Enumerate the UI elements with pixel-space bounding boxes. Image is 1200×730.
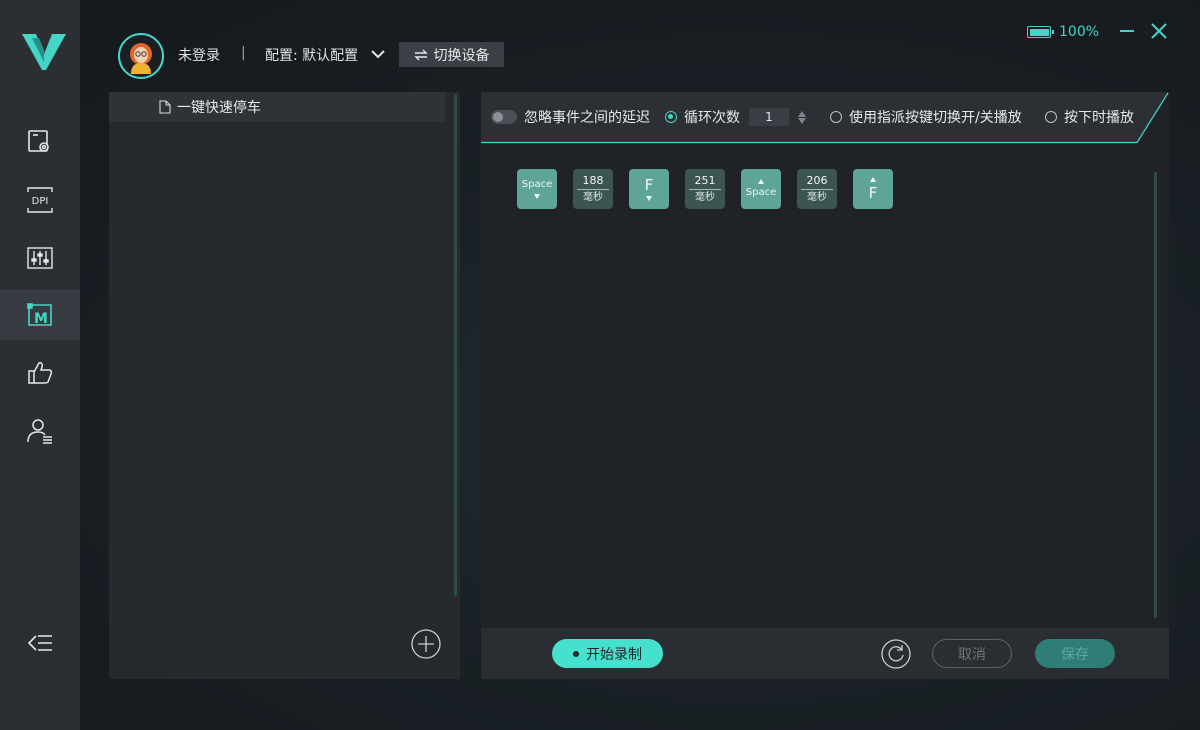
event-timeline [481, 142, 1169, 628]
chevron-down-icon[interactable] [370, 48, 386, 60]
start-recording-button[interactable]: 开始录制 [552, 639, 663, 668]
event-key-space-down[interactable]: Space [517, 169, 557, 209]
event-delay-value: 188 [582, 174, 604, 187]
event-delay-divider [801, 189, 833, 190]
macro-list-item[interactable]: 一键快速停车 [109, 92, 445, 122]
user-avatar-icon [130, 43, 152, 74]
loop-count-stepper[interactable] [798, 110, 806, 124]
toggle-by-key-radio[interactable] [830, 111, 842, 123]
add-macro-button[interactable] [411, 629, 441, 659]
key-down-icon [646, 196, 652, 201]
event-delay-unit: 毫秒 [695, 192, 715, 203]
editor-bottom-bar: 开始录制 取消 保存 [481, 628, 1169, 679]
event-delay[interactable]: 251 毫秒 [685, 169, 725, 209]
sidebar: DPI M [0, 0, 80, 730]
toggle-by-key-label: 使用指派按键切换开/关播放 [849, 110, 1022, 126]
app-logo [22, 34, 66, 70]
play-while-pressed-option[interactable]: 按下时播放 [1045, 107, 1134, 127]
event-delay-unit: 毫秒 [583, 192, 603, 203]
macro-list-scrollbar[interactable] [454, 94, 457, 596]
macro-name: 一键快速停车 [177, 100, 261, 116]
key-up-icon [870, 177, 876, 182]
sidebar-item-user[interactable] [0, 406, 80, 456]
ignore-delay-label: 忽略事件之间的延迟 [524, 110, 650, 126]
minimize-icon[interactable] [1118, 22, 1136, 40]
play-while-pressed-radio[interactable] [1045, 111, 1057, 123]
dpi-icon: DPI [27, 187, 53, 213]
macro-icon: M [27, 303, 52, 327]
battery-percent: 100% [1059, 24, 1100, 40]
sidebar-item-macro[interactable]: M [0, 290, 80, 340]
refresh-icon[interactable] [881, 639, 911, 669]
svg-text:M: M [34, 311, 48, 327]
event-delay-value: 251 [694, 174, 716, 187]
sidebar-item-device-settings[interactable] [0, 117, 80, 167]
event-key-label: Space [745, 187, 777, 198]
collapse-menu-icon[interactable] [26, 630, 54, 658]
timeline-scrollbar[interactable] [1154, 172, 1157, 618]
start-recording-label: 开始录制 [586, 646, 642, 663]
sidebar-item-equalizer[interactable] [0, 233, 80, 283]
thumbs-up-icon [28, 362, 53, 384]
avatar[interactable] [118, 33, 164, 79]
battery-indicator: 100% [1027, 24, 1099, 40]
user-list-icon [27, 419, 52, 444]
play-while-pressed-label: 按下时播放 [1064, 110, 1134, 126]
event-delay-value: 206 [806, 174, 828, 187]
loop-count-label: 循环次数 [684, 110, 740, 126]
device-settings-icon [28, 130, 49, 152]
stepper-down-icon[interactable] [798, 117, 806, 124]
event-key-label: Space [521, 179, 553, 190]
svg-text:DPI: DPI [32, 196, 49, 207]
loop-count-option[interactable]: 循环次数 1 [665, 107, 806, 127]
header-separator: | [241, 45, 246, 61]
key-down-icon [534, 194, 540, 199]
event-key-label: F [644, 176, 654, 194]
switch-device-button[interactable]: 切换设备 [399, 42, 504, 67]
loop-count-radio[interactable] [665, 111, 677, 123]
equalizer-icon [27, 247, 53, 269]
save-button[interactable]: 保存 [1035, 639, 1115, 668]
user-status[interactable]: 未登录 [178, 45, 220, 65]
swap-icon [413, 49, 428, 60]
sidebar-item-dpi[interactable]: DPI [0, 175, 80, 225]
event-key-label: F [868, 184, 878, 202]
record-dot-icon [573, 650, 579, 657]
toggle-by-key-option[interactable]: 使用指派按键切换开/关播放 [830, 107, 1022, 127]
macro-editor-panel: 忽略事件之间的延迟 循环次数 1 使用指派按键切换开/关播放 按下时播放 Spa… [481, 92, 1169, 679]
event-key-f-up[interactable]: F [853, 169, 893, 209]
config-label[interactable]: 配置: 默认配置 [265, 45, 358, 65]
key-up-icon [758, 179, 764, 184]
cancel-button[interactable]: 取消 [932, 639, 1012, 668]
event-key-space-up[interactable]: Space [741, 169, 781, 209]
loop-count-input[interactable]: 1 [749, 108, 789, 126]
file-icon [159, 100, 171, 114]
switch-device-label: 切换设备 [433, 47, 490, 64]
macro-list-panel: 一键快速停车 [109, 92, 460, 679]
close-icon[interactable] [1150, 22, 1168, 40]
event-delay[interactable]: 188 毫秒 [573, 169, 613, 209]
sidebar-item-like[interactable] [0, 348, 80, 398]
ignore-delay-toggle[interactable] [491, 110, 517, 124]
event-delay-unit: 毫秒 [807, 192, 827, 203]
ignore-delay-option[interactable]: 忽略事件之间的延迟 [491, 107, 650, 127]
battery-icon [1027, 26, 1054, 38]
event-key-f-down[interactable]: F [629, 169, 669, 209]
event-delay-divider [689, 189, 721, 190]
stepper-up-icon[interactable] [798, 110, 806, 117]
event-delay[interactable]: 206 毫秒 [797, 169, 837, 209]
event-delay-divider [577, 189, 609, 190]
